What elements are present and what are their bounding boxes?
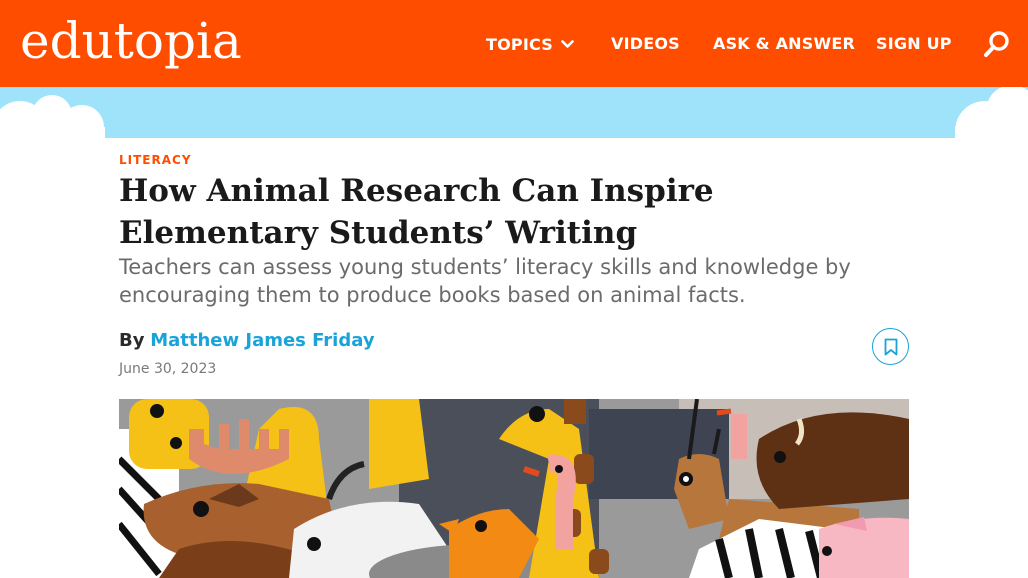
edutopia-logo[interactable]: edutopia	[20, 6, 242, 76]
bookmark-icon	[884, 338, 898, 356]
author-link[interactable]: Matthew James Friday	[150, 330, 374, 351]
article-subtitle: Teachers can assess young students’ lite…	[119, 255, 851, 307]
category-label[interactable]: LITERACY	[119, 153, 192, 167]
sky-banner	[0, 87, 1028, 138]
cloud-decoration	[0, 87, 1028, 138]
article-title: How Animal Research Can Inspire Elementa…	[119, 173, 714, 251]
site-header: edutopia TOPICS VIDEOS ASK & ANSWER SIGN…	[0, 0, 1028, 87]
byline: By Matthew James Friday	[119, 330, 375, 351]
chevron-down-icon	[561, 34, 574, 53]
nav-topics[interactable]: TOPICS	[486, 34, 574, 54]
hero-illustration	[119, 399, 909, 578]
search-icon[interactable]	[983, 30, 1011, 58]
nav-topics-label: TOPICS	[486, 35, 553, 54]
nav-ask-and-answer[interactable]: ASK & ANSWER	[713, 34, 855, 53]
by-label: By	[119, 330, 145, 351]
publish-date: June 30, 2023	[119, 361, 217, 377]
bookmark-button[interactable]	[872, 328, 909, 365]
nav-videos[interactable]: VIDEOS	[611, 34, 680, 53]
nav-sign-up[interactable]: SIGN UP	[876, 34, 952, 53]
